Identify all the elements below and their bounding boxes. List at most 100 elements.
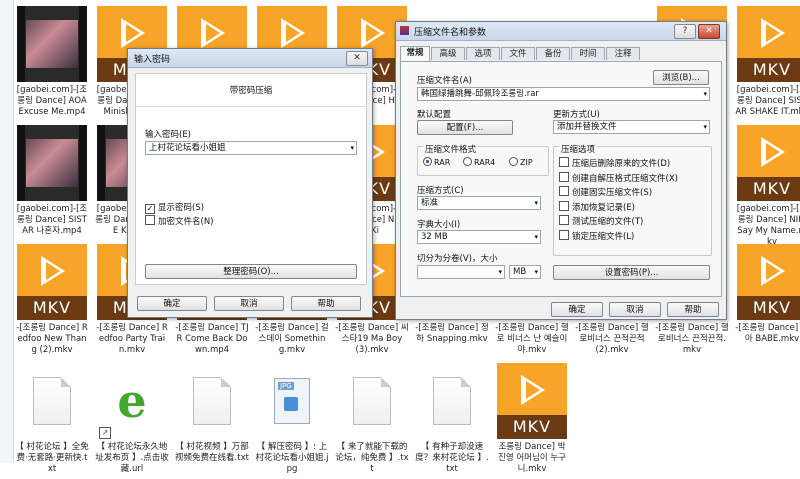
film-strip bbox=[97, 125, 105, 201]
chevron-down-icon[interactable]: ▾ bbox=[350, 142, 354, 154]
option-checkbox-5[interactable]: 锁定压缩文件(L) bbox=[559, 229, 635, 242]
dict-size-select[interactable]: 32 MB ▾ bbox=[417, 230, 541, 244]
option-checkbox-2[interactable]: 创建固实压缩文件(S) bbox=[559, 186, 652, 198]
file-name: -[조롱링 Dance] 현아 BABE.mkv bbox=[735, 323, 800, 344]
password-dialog-close-icon[interactable]: ✕ bbox=[346, 51, 368, 66]
chevron-down-icon[interactable]: ▾ bbox=[534, 197, 538, 209]
file-item[interactable]: 【 村花视频 】万部视频免费在线看.txt bbox=[175, 363, 249, 479]
split-unit-select[interactable]: MB ▾ bbox=[509, 265, 541, 279]
password-cancel-button[interactable]: 取消 bbox=[214, 296, 284, 311]
file-item[interactable]: 【 村花论坛 】全免费·无套路·更新快.txt bbox=[15, 363, 89, 479]
ie-logo-icon: e bbox=[117, 374, 147, 428]
password-dialog-panel: 带密码压缩 输入密码(E) 上村花论坛看小姐姐 ▾ ✓ 显示密码(S) 加密文件名… bbox=[135, 73, 367, 285]
encrypt-filenames-checkbox[interactable]: 加密文件名(N) bbox=[145, 215, 214, 227]
format-radio-1[interactable]: RAR4 bbox=[463, 157, 495, 167]
file-name: -[조롱링 Dance] 걸스데이 Something.mkv bbox=[255, 323, 329, 355]
file-item[interactable]: e ↗ 【 村花论坛永久地址发布页 】.点击收藏.url bbox=[95, 363, 169, 479]
format-radio-2[interactable]: ZIP bbox=[509, 157, 533, 167]
file-item[interactable]: MKV 조롱링 Dance] 박진영 어머님이 누구니.mkv bbox=[495, 363, 569, 479]
config-button[interactable]: 配置(F)... bbox=[417, 120, 513, 135]
winrar-logo-icon bbox=[400, 26, 409, 35]
password-ok-button[interactable]: 确定 bbox=[137, 296, 207, 311]
file-item[interactable]: 【 来了就能下载的论坛，纯免费 】.txt bbox=[335, 363, 409, 479]
tab-0[interactable]: 常规 bbox=[400, 46, 430, 61]
play-icon bbox=[761, 18, 785, 48]
checkbox-box bbox=[559, 215, 569, 225]
file-name: -[조롱링 Dance] 정하 Snapping.mkv bbox=[415, 323, 489, 344]
option-checkbox-0[interactable]: 压缩后删除原来的文件(D) bbox=[559, 157, 670, 169]
option-checkbox-1[interactable]: 创建自解压格式压缩文件(X) bbox=[559, 171, 678, 184]
radio-dot bbox=[423, 157, 432, 166]
archive-name-label: 压缩文件名(A) bbox=[417, 76, 472, 86]
update-mode-select[interactable]: 添加并替换文件 ▾ bbox=[553, 120, 710, 134]
help-icon[interactable]: ? bbox=[674, 24, 696, 39]
password-input[interactable]: 上村花论坛看小姐姐 ▾ bbox=[145, 141, 357, 155]
archive-cancel-button[interactable]: 取消 bbox=[609, 302, 661, 317]
split-size-input[interactable]: ▾ bbox=[417, 265, 505, 279]
format-radio-0[interactable]: RAR bbox=[423, 157, 450, 167]
browse-button[interactable]: 浏览(B)... bbox=[653, 70, 709, 85]
file-name: [gaobei.com]-[조롱링 Dance] NIKI Say My Nam… bbox=[736, 204, 800, 247]
chevron-down-icon[interactable]: ▾ bbox=[703, 88, 707, 100]
password-help-button[interactable]: 帮助 bbox=[291, 296, 361, 311]
password-dialog-titlebar[interactable]: 输入密码 ✕ bbox=[128, 49, 372, 68]
archive-name-input[interactable]: 韩国绿播跳舞-邱佩玲조롱링.rar ▾ bbox=[417, 87, 710, 101]
checkbox-box bbox=[559, 171, 569, 182]
play-icon bbox=[761, 137, 785, 167]
chevron-down-icon[interactable]: ▾ bbox=[534, 231, 538, 243]
play-icon bbox=[201, 18, 225, 48]
tab-1[interactable]: 高级 bbox=[431, 47, 465, 60]
divider bbox=[136, 106, 366, 107]
file-name: [gaobei.com]-[조롱링 Dance] AOA Excuse Me.m… bbox=[16, 85, 88, 117]
play-icon bbox=[281, 18, 305, 48]
file-item[interactable]: MKV [gaobei.com]-[조롱링 Dance] NIKI Say My … bbox=[735, 125, 800, 247]
option-checkbox-3[interactable]: 添加恢复记录(E) bbox=[559, 200, 635, 213]
chevron-down-icon[interactable]: ▾ bbox=[703, 121, 707, 133]
archive-dialog-titlebar[interactable]: 压缩文件名和参数 ? ✕ bbox=[396, 22, 726, 41]
file-item[interactable]: 【 有种子却没速度？来村花论坛 】.txt bbox=[415, 363, 489, 479]
file-name: -[조롱링 Dance] 씨스타19 Ma Boy (3).mkv bbox=[335, 323, 409, 355]
video-thumbnail-icon bbox=[17, 125, 87, 201]
play-icon bbox=[41, 256, 65, 286]
split-label: 切分为分卷(V)，大小 bbox=[417, 254, 498, 264]
file-item[interactable]: MKV -[조롱링 Dance] Redfoo New Thang (2).mkv bbox=[15, 244, 89, 360]
chevron-down-icon[interactable]: ▾ bbox=[534, 266, 538, 278]
file-name: 【 有种子却没速度？来村花论坛 】.txt bbox=[415, 442, 489, 474]
format-radio-label: RAR4 bbox=[474, 158, 496, 167]
show-password-label: 显示密码(S) bbox=[158, 203, 205, 213]
organize-passwords-button[interactable]: 整理密码(O)... bbox=[145, 264, 357, 279]
format-label: 压缩文件格式 bbox=[423, 143, 479, 155]
option-checkbox-4[interactable]: 测试压缩的文件(T) bbox=[559, 215, 643, 227]
encrypt-filenames-label: 加密文件名(N) bbox=[158, 217, 214, 227]
file-name: -[조롱링 Dance] 헬로 비너스 난 예슬이야.mkv bbox=[495, 323, 569, 355]
video-file-icon: MKV bbox=[737, 6, 800, 82]
tab-4[interactable]: 备份 bbox=[536, 47, 570, 60]
radio-dot bbox=[463, 157, 472, 166]
default-config-label: 默认配置 bbox=[417, 110, 452, 120]
option-label: 锁定压缩文件(L) bbox=[572, 231, 635, 242]
tab-6[interactable]: 注释 bbox=[606, 47, 640, 60]
mkv-label: MKV bbox=[737, 58, 800, 82]
tab-3[interactable]: 文件 bbox=[501, 47, 535, 60]
chevron-down-icon[interactable]: ▾ bbox=[498, 266, 502, 278]
file-item[interactable]: [gaobei.com]-[조롱링 Dance] SISTAR 나혼자.mp4 bbox=[15, 125, 89, 241]
archive-help-button[interactable]: 帮助 bbox=[667, 302, 719, 317]
file-item[interactable]: MKV -[조롱링 Dance] 현아 BABE.mkv bbox=[735, 244, 800, 360]
file-item[interactable]: MKV [gaobei.com]-[조롱링 Dance] SISTAR SHAKE… bbox=[735, 6, 800, 122]
show-password-checkbox[interactable]: ✓ 显示密码(S) bbox=[145, 201, 204, 214]
document-page-icon bbox=[433, 377, 471, 425]
file-item[interactable]: [gaobei.com]-[조롱링 Dance] AOA Excuse Me.m… bbox=[15, 6, 89, 122]
method-select[interactable]: 标准 ▾ bbox=[417, 196, 541, 210]
file-name: 【 村花论坛永久地址发布页 】.点击收藏.url bbox=[95, 442, 169, 474]
picture-icon: JPG bbox=[274, 378, 310, 424]
film-strip bbox=[79, 125, 87, 201]
file-item[interactable]: JPG 【 解压密码 】: 上村花论坛看小姐姐.jpg bbox=[255, 363, 329, 479]
tab-2[interactable]: 选项 bbox=[466, 47, 500, 60]
document-page-icon bbox=[33, 377, 71, 425]
file-name: [gaobei.com]-[조롱링 Dance] SISTAR 나혼자.mp4 bbox=[16, 204, 88, 236]
set-password-button[interactable]: 设置密码(P)... bbox=[553, 265, 710, 280]
archive-ok-button[interactable]: 确定 bbox=[551, 302, 603, 317]
tab-5[interactable]: 时间 bbox=[571, 47, 605, 60]
method-value: 标准 bbox=[421, 198, 439, 208]
close-icon[interactable]: ✕ bbox=[698, 24, 720, 39]
